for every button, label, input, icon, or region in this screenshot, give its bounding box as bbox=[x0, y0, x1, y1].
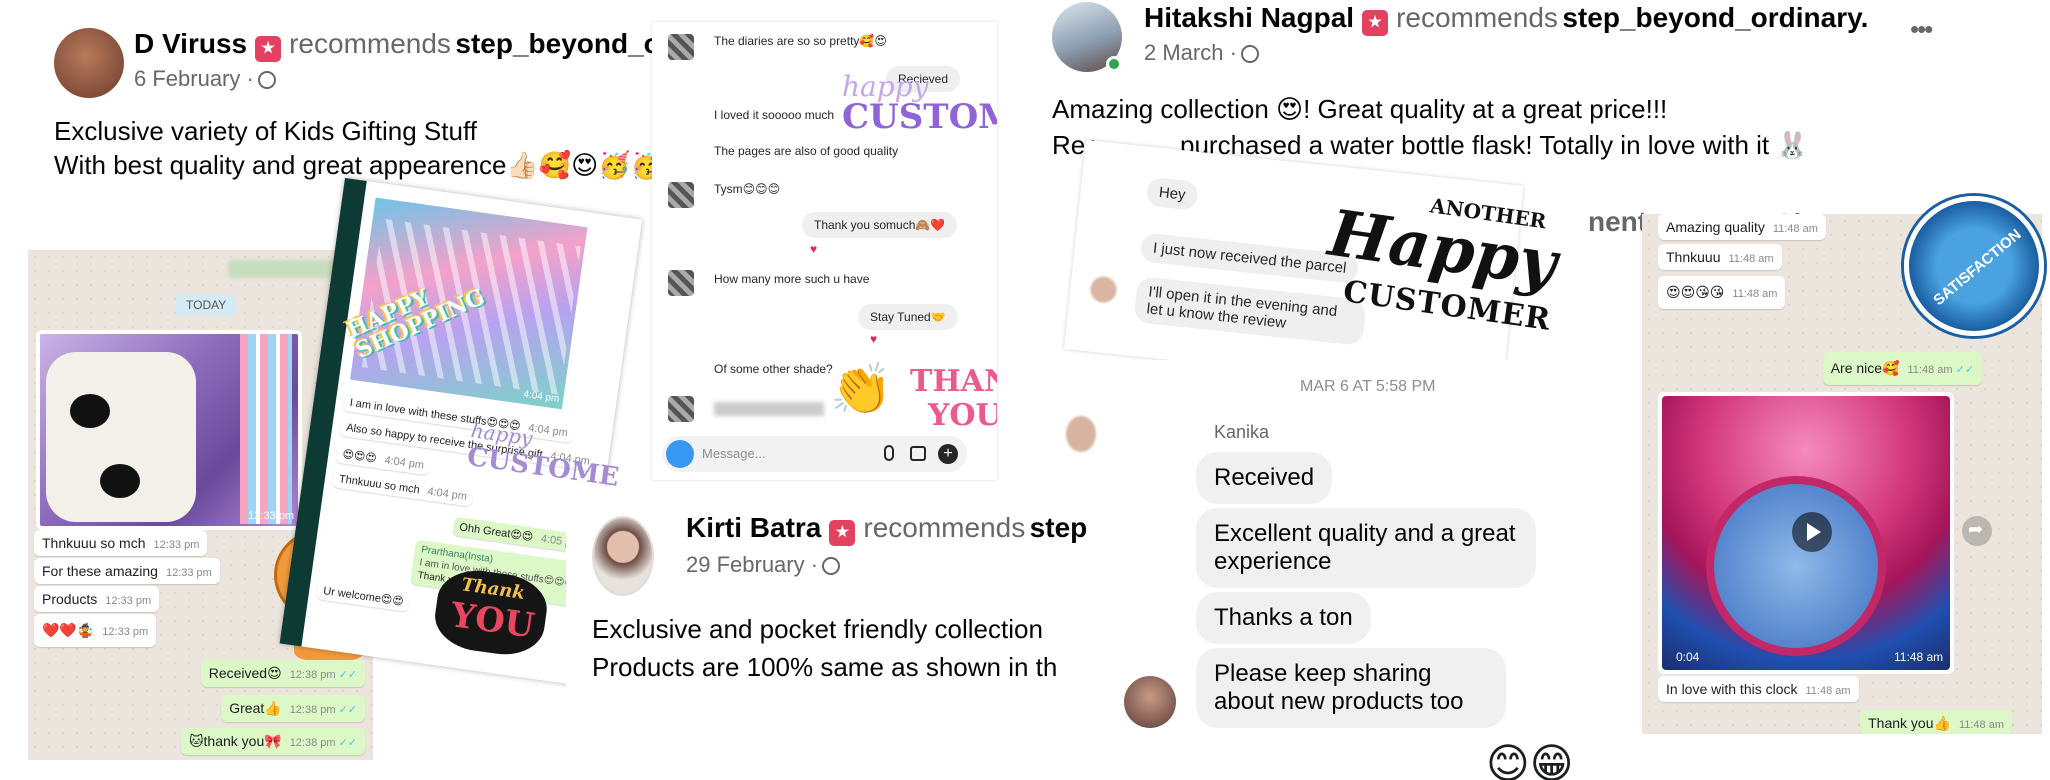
list-item: Tysm😊😊😊 bbox=[714, 182, 781, 196]
list-item: Amazing quality 11:48 am bbox=[1658, 214, 1826, 240]
recommends-icon bbox=[1362, 9, 1389, 36]
recommends-icon bbox=[255, 35, 282, 62]
author-name[interactable]: D Viruss bbox=[134, 28, 247, 59]
post-line-2: With best quality and great appearence👍🏻… bbox=[54, 150, 663, 180]
list-item: Are nice🥰 11:48 am ✓✓ bbox=[1822, 352, 1982, 385]
author-name[interactable]: Hitakshi Nagpal bbox=[1144, 2, 1354, 33]
list-item: Products 12:33 pm bbox=[34, 586, 160, 612]
list-item: The pages are also of good quality bbox=[714, 144, 899, 158]
page-name[interactable]: step bbox=[1030, 512, 1088, 543]
camera-icon[interactable] bbox=[666, 440, 694, 468]
post-text: Exclusive variety of Kids Gifting Stuff … bbox=[54, 114, 663, 182]
list-item: In love with this clock 11:48 am bbox=[1658, 676, 1859, 702]
forward-icon[interactable] bbox=[1962, 516, 1992, 546]
list-item: For these amazing 12:33 pm bbox=[34, 558, 220, 584]
list-item: The diaries are so so pretty🥰😍 bbox=[714, 34, 887, 48]
post-card-kirti: Kirti Batra recommends step 29 February ·… bbox=[566, 486, 1110, 716]
satisfaction-text: SATISFACTION bbox=[1930, 225, 2025, 310]
clock-face bbox=[1706, 476, 1886, 656]
add-icon[interactable]: + bbox=[938, 444, 958, 464]
messenger-chat-screenshot: MAR 6 AT 5:58 PM Kanika Received Excelle… bbox=[1040, 360, 1680, 780]
more-options-button[interactable]: ••• bbox=[1910, 14, 1933, 45]
list-item: ❤️❤️🤹 12:33 pm bbox=[34, 614, 157, 647]
globe-icon bbox=[1240, 45, 1259, 64]
message-timestamp: MAR 6 AT 5:58 PM bbox=[1300, 378, 1436, 395]
online-status-icon bbox=[1106, 56, 1122, 72]
contact-blur bbox=[228, 260, 348, 278]
heart-reaction-icon: ♥ bbox=[810, 242, 818, 256]
globe-icon bbox=[257, 71, 276, 90]
avatar bbox=[668, 396, 694, 422]
avatar bbox=[1089, 275, 1118, 304]
post-line-1: Amazing collection 😍! Great quality at a… bbox=[1052, 94, 1668, 124]
panda-eye bbox=[70, 394, 110, 428]
list-item: Received😍 12:38 pm ✓✓ bbox=[200, 660, 365, 687]
video-time: 11:48 am bbox=[1894, 650, 1944, 664]
product-image[interactable]: 12:33 pm bbox=[36, 330, 302, 530]
post-line-2: Products are 100% same as shown in th bbox=[592, 652, 1058, 682]
post-line-1: Exclusive and pocket friendly collection bbox=[592, 614, 1043, 644]
list-item: Thnkuuu so mch 4:04 pm bbox=[331, 469, 475, 507]
avatar[interactable] bbox=[54, 28, 124, 98]
blurred-message bbox=[714, 402, 824, 416]
message-input[interactable]: Message... bbox=[702, 446, 766, 461]
play-icon[interactable] bbox=[1792, 512, 1832, 552]
recommends-text: recommends bbox=[1396, 2, 1558, 33]
recommends-icon bbox=[829, 519, 856, 546]
list-item: Please keep sharing about new products t… bbox=[1196, 648, 1506, 728]
page-name[interactable]: step_beyond_ordinary. bbox=[1562, 2, 1868, 33]
list-item: Thnkuuu 11:48 am bbox=[1658, 244, 1782, 270]
day-label: TODAY bbox=[176, 294, 237, 316]
list-item: I loved it sooooo much bbox=[714, 108, 835, 122]
heart-reaction-icon: ♥ bbox=[870, 332, 878, 346]
list-item: Ur welcome😍😍 bbox=[316, 580, 411, 613]
avatar bbox=[668, 270, 694, 296]
post-line-1: Exclusive variety of Kids Gifting Stuff bbox=[54, 116, 477, 146]
list-item: 😍😍😘😘 11:48 am bbox=[1658, 276, 1786, 309]
list-item: Stay Tuned🤝 bbox=[858, 304, 958, 330]
list-item: Great👍 12:38 pm ✓✓ bbox=[221, 695, 365, 722]
post-card-dviruss: D Viruss recommends step_beyond_ordina 6 … bbox=[28, 10, 729, 182]
list-item: Thank you👍 11:48 am bbox=[1860, 710, 2012, 734]
clapping-hands-icon: 👏 bbox=[830, 361, 893, 417]
avatar bbox=[668, 182, 694, 208]
gallery-icon[interactable] bbox=[910, 446, 926, 461]
thank-you-sticker: 👏 THANK YOU bbox=[830, 361, 997, 433]
list-item: Received bbox=[1196, 452, 1333, 504]
post-line-2: purchased a water bottle flask! Totally … bbox=[1180, 130, 1809, 160]
pens bbox=[240, 334, 292, 524]
list-item: 🐱thank you🎀 12:38 pm ✓✓ bbox=[180, 728, 365, 755]
microphone-icon[interactable] bbox=[884, 445, 894, 461]
satisfaction-badge: SATISFACTION bbox=[1904, 196, 2044, 336]
instagram-chat-screenshot-1: The diaries are so so pretty🥰😍 Recieved … bbox=[652, 22, 997, 480]
avatar bbox=[1066, 416, 1096, 452]
author-name[interactable]: Kirti Batra bbox=[686, 512, 821, 543]
list-item: Thank you somuch🙈❤️ bbox=[802, 212, 958, 238]
sender-name: Kanika bbox=[1214, 422, 1270, 442]
happy-customer-sticker: happy CUSTOME bbox=[465, 418, 621, 493]
happy-customer-sticker: happy CUSTOMER bbox=[842, 70, 997, 137]
video-duration: 0:04 bbox=[1676, 650, 1700, 664]
avatar bbox=[668, 34, 694, 60]
list-item: Of some other shade? bbox=[714, 362, 833, 376]
list-item: Hey bbox=[1145, 176, 1199, 211]
globe-icon bbox=[822, 557, 841, 576]
emoji-row: 😊😁 bbox=[1486, 740, 1574, 780]
recommends-text: recommends bbox=[863, 512, 1026, 543]
avatar[interactable] bbox=[592, 516, 654, 596]
comment-button[interactable]: nent bbox=[1588, 206, 1647, 238]
post-date[interactable]: 29 February · bbox=[686, 552, 841, 578]
post-date[interactable]: 2 March · bbox=[1144, 40, 1259, 66]
list-item: Excellent quality and a great experience bbox=[1196, 508, 1536, 588]
video-message[interactable]: 0:04 11:48 am bbox=[1658, 392, 1954, 674]
list-item: Thnkuuu so mch 12:33 pm bbox=[34, 530, 208, 556]
post-date[interactable]: 6 February · bbox=[134, 66, 276, 92]
recommends-text: recommends bbox=[289, 28, 451, 59]
panda-eye bbox=[100, 464, 140, 498]
another-happy-customer-sticker: ANOTHER Happy CUSTOMER bbox=[1324, 193, 1562, 338]
avatar[interactable] bbox=[1124, 676, 1176, 728]
list-item: How many more such u have bbox=[714, 272, 870, 286]
list-item: Thanks a ton bbox=[1196, 592, 1371, 644]
